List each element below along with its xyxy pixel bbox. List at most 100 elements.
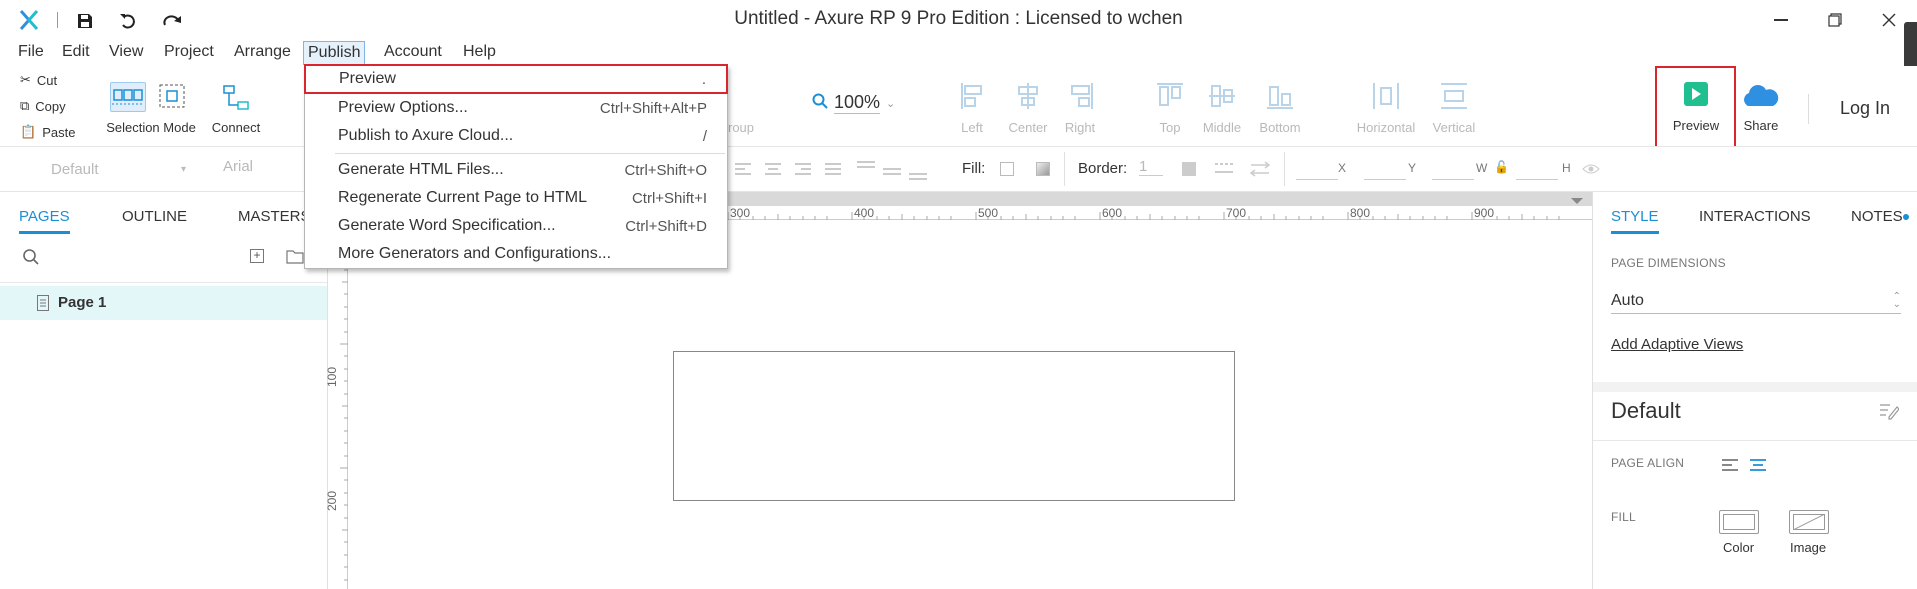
menu-item-more-generators[interactable]: More Generators and Configurations...: [305, 240, 727, 268]
menu-help[interactable]: Help: [459, 43, 500, 61]
connect-label: Connect: [211, 120, 261, 135]
panel-divider: [0, 282, 327, 283]
menu-item-generate-word[interactable]: Generate Word Specification... Ctrl+Shif…: [305, 212, 727, 240]
connect-button[interactable]: Connect: [208, 80, 264, 140]
page-dimensions-select[interactable]: Auto ⌃ ⌄: [1611, 288, 1901, 314]
x-input[interactable]: [1296, 160, 1338, 180]
tab-interactions[interactable]: INTERACTIONS: [1699, 208, 1811, 225]
page-align-label: PAGE ALIGN: [1611, 456, 1685, 470]
window-title: Untitled - Axure RP 9 Pro Edition : Lice…: [734, 8, 1183, 29]
border-style-icon[interactable]: [1214, 160, 1234, 178]
tab-outline[interactable]: OUTLINE: [122, 208, 187, 225]
ruler-label: 700: [1226, 206, 1247, 220]
style-toolbar: [0, 146, 1917, 192]
minimize-icon[interactable]: [1758, 6, 1804, 34]
ruler-label: 600: [1102, 206, 1123, 220]
menu-project[interactable]: Project: [160, 43, 218, 61]
menu-separator: [335, 153, 725, 154]
tab-notes[interactable]: NOTES: [1851, 208, 1903, 225]
menu-view[interactable]: View: [105, 43, 147, 61]
w-label: W: [1476, 161, 1488, 175]
lock-icon[interactable]: 🔓: [1494, 160, 1509, 174]
connect-icon: [222, 84, 250, 116]
menu-item-preview-options[interactable]: Preview Options... Ctrl+Shift+Alt+P: [305, 94, 727, 122]
copy-button[interactable]: ⧉ Copy: [20, 98, 66, 114]
title-bar: Untitled - Axure RP 9 Pro Edition : Lice…: [0, 0, 1917, 72]
share-button[interactable]: Share: [1738, 72, 1784, 142]
tab-masters[interactable]: MASTERS: [238, 208, 311, 225]
page-item[interactable]: Page 1: [0, 286, 327, 320]
menu-file[interactable]: File: [14, 43, 48, 61]
menu-item-publish-to-cloud[interactable]: Publish to Axure Cloud... /: [305, 122, 727, 150]
paste-button[interactable]: 📋 Paste: [20, 124, 75, 140]
menu-edit[interactable]: Edit: [58, 43, 94, 61]
ruler-label: 400: [854, 206, 875, 220]
visibility-icon[interactable]: [1582, 162, 1600, 179]
align-middle-icon[interactable]: [1208, 82, 1236, 110]
fill-color-swatch[interactable]: [1000, 162, 1014, 176]
cloud-icon: [1740, 84, 1780, 112]
align-left-icon[interactable]: [960, 82, 986, 110]
cut-button[interactable]: ✂ Cut: [20, 72, 57, 88]
arrow-style-icon[interactable]: [1249, 160, 1271, 178]
font-select[interactable]: Arial: [223, 158, 253, 175]
restore-icon[interactable]: [1812, 6, 1858, 34]
vertical-ruler: 100 200: [325, 220, 348, 589]
align-center-icon[interactable]: [1015, 82, 1041, 110]
ruler-label: 300: [730, 206, 751, 220]
distribute-horizontal-icon[interactable]: [1372, 82, 1400, 110]
menu-item-preview[interactable]: Preview .: [304, 64, 728, 94]
align-bottom-icon[interactable]: [1266, 82, 1294, 110]
align-center-page-icon[interactable]: [1749, 458, 1767, 476]
align-left-label: Left: [961, 120, 983, 135]
tab-pages[interactable]: PAGES: [19, 208, 70, 234]
notes-indicator-dot: [1903, 214, 1909, 220]
distribute-vertical-icon[interactable]: [1440, 82, 1468, 110]
y-input[interactable]: [1364, 160, 1406, 180]
menu-item-generate-html[interactable]: Generate HTML Files... Ctrl+Shift+O: [305, 156, 727, 184]
w-input[interactable]: [1432, 160, 1474, 180]
chevron-down-icon: ⌄: [886, 97, 896, 110]
section-divider: [1593, 440, 1917, 441]
align-right-icon[interactable]: [1068, 82, 1094, 110]
align-left-page-icon[interactable]: [1721, 458, 1739, 476]
search-icon: [812, 93, 828, 113]
ruler-label: 500: [978, 206, 999, 220]
zoom-control[interactable]: 100% ⌄: [812, 92, 895, 114]
distribute-vertical-label: Vertical: [1432, 120, 1476, 135]
canvas-rectangle-widget[interactable]: [673, 351, 1235, 501]
preview-button[interactable]: Preview: [1660, 72, 1732, 142]
h-input[interactable]: [1516, 160, 1558, 180]
add-adaptive-views-link[interactable]: Add Adaptive Views: [1611, 336, 1743, 353]
edit-style-icon[interactable]: [1879, 402, 1900, 424]
publish-menu: Preview . Preview Options... Ctrl+Shift+…: [304, 64, 728, 269]
tab-style[interactable]: STYLE: [1611, 208, 1659, 234]
zoom-value: 100%: [834, 92, 881, 114]
fill-gradient-swatch[interactable]: [1036, 162, 1050, 176]
menu-account[interactable]: Account: [380, 43, 446, 61]
add-folder-icon[interactable]: [286, 248, 304, 268]
border-color-swatch[interactable]: [1182, 162, 1196, 176]
inspector-panel: STYLE INTERACTIONS NOTES PAGE DIMENSIONS…: [1592, 192, 1917, 589]
text-align-icons[interactable]: [733, 160, 933, 182]
select-intersected-icon: [110, 82, 146, 112]
h-label: H: [1562, 161, 1571, 175]
share-label: Share: [1743, 118, 1779, 133]
menu-publish[interactable]: Publish: [303, 41, 366, 65]
fill-color-label: Color: [1723, 540, 1755, 555]
scissors-icon: ✂: [20, 72, 31, 87]
login-link[interactable]: Log In: [1840, 98, 1890, 119]
fill-color-button[interactable]: [1719, 510, 1759, 534]
menu-item-regenerate-page[interactable]: Regenerate Current Page to HTML Ctrl+Shi…: [305, 184, 727, 212]
search-icon[interactable]: [22, 248, 40, 270]
fill-image-button[interactable]: [1789, 510, 1829, 534]
style-select[interactable]: Default ▾: [16, 158, 186, 180]
align-top-icon[interactable]: [1156, 82, 1184, 110]
distribute-horizontal-label: Horizontal: [1356, 120, 1416, 135]
border-width-input[interactable]: 1: [1139, 158, 1163, 176]
add-page-icon[interactable]: +: [250, 249, 264, 263]
pages-panel: PAGES OUTLINE MASTERS + Page 1: [0, 192, 328, 589]
divider: [1284, 152, 1285, 186]
menu-arrange[interactable]: Arrange: [230, 43, 295, 61]
selection-mode-button[interactable]: Selection Mode: [106, 80, 196, 140]
